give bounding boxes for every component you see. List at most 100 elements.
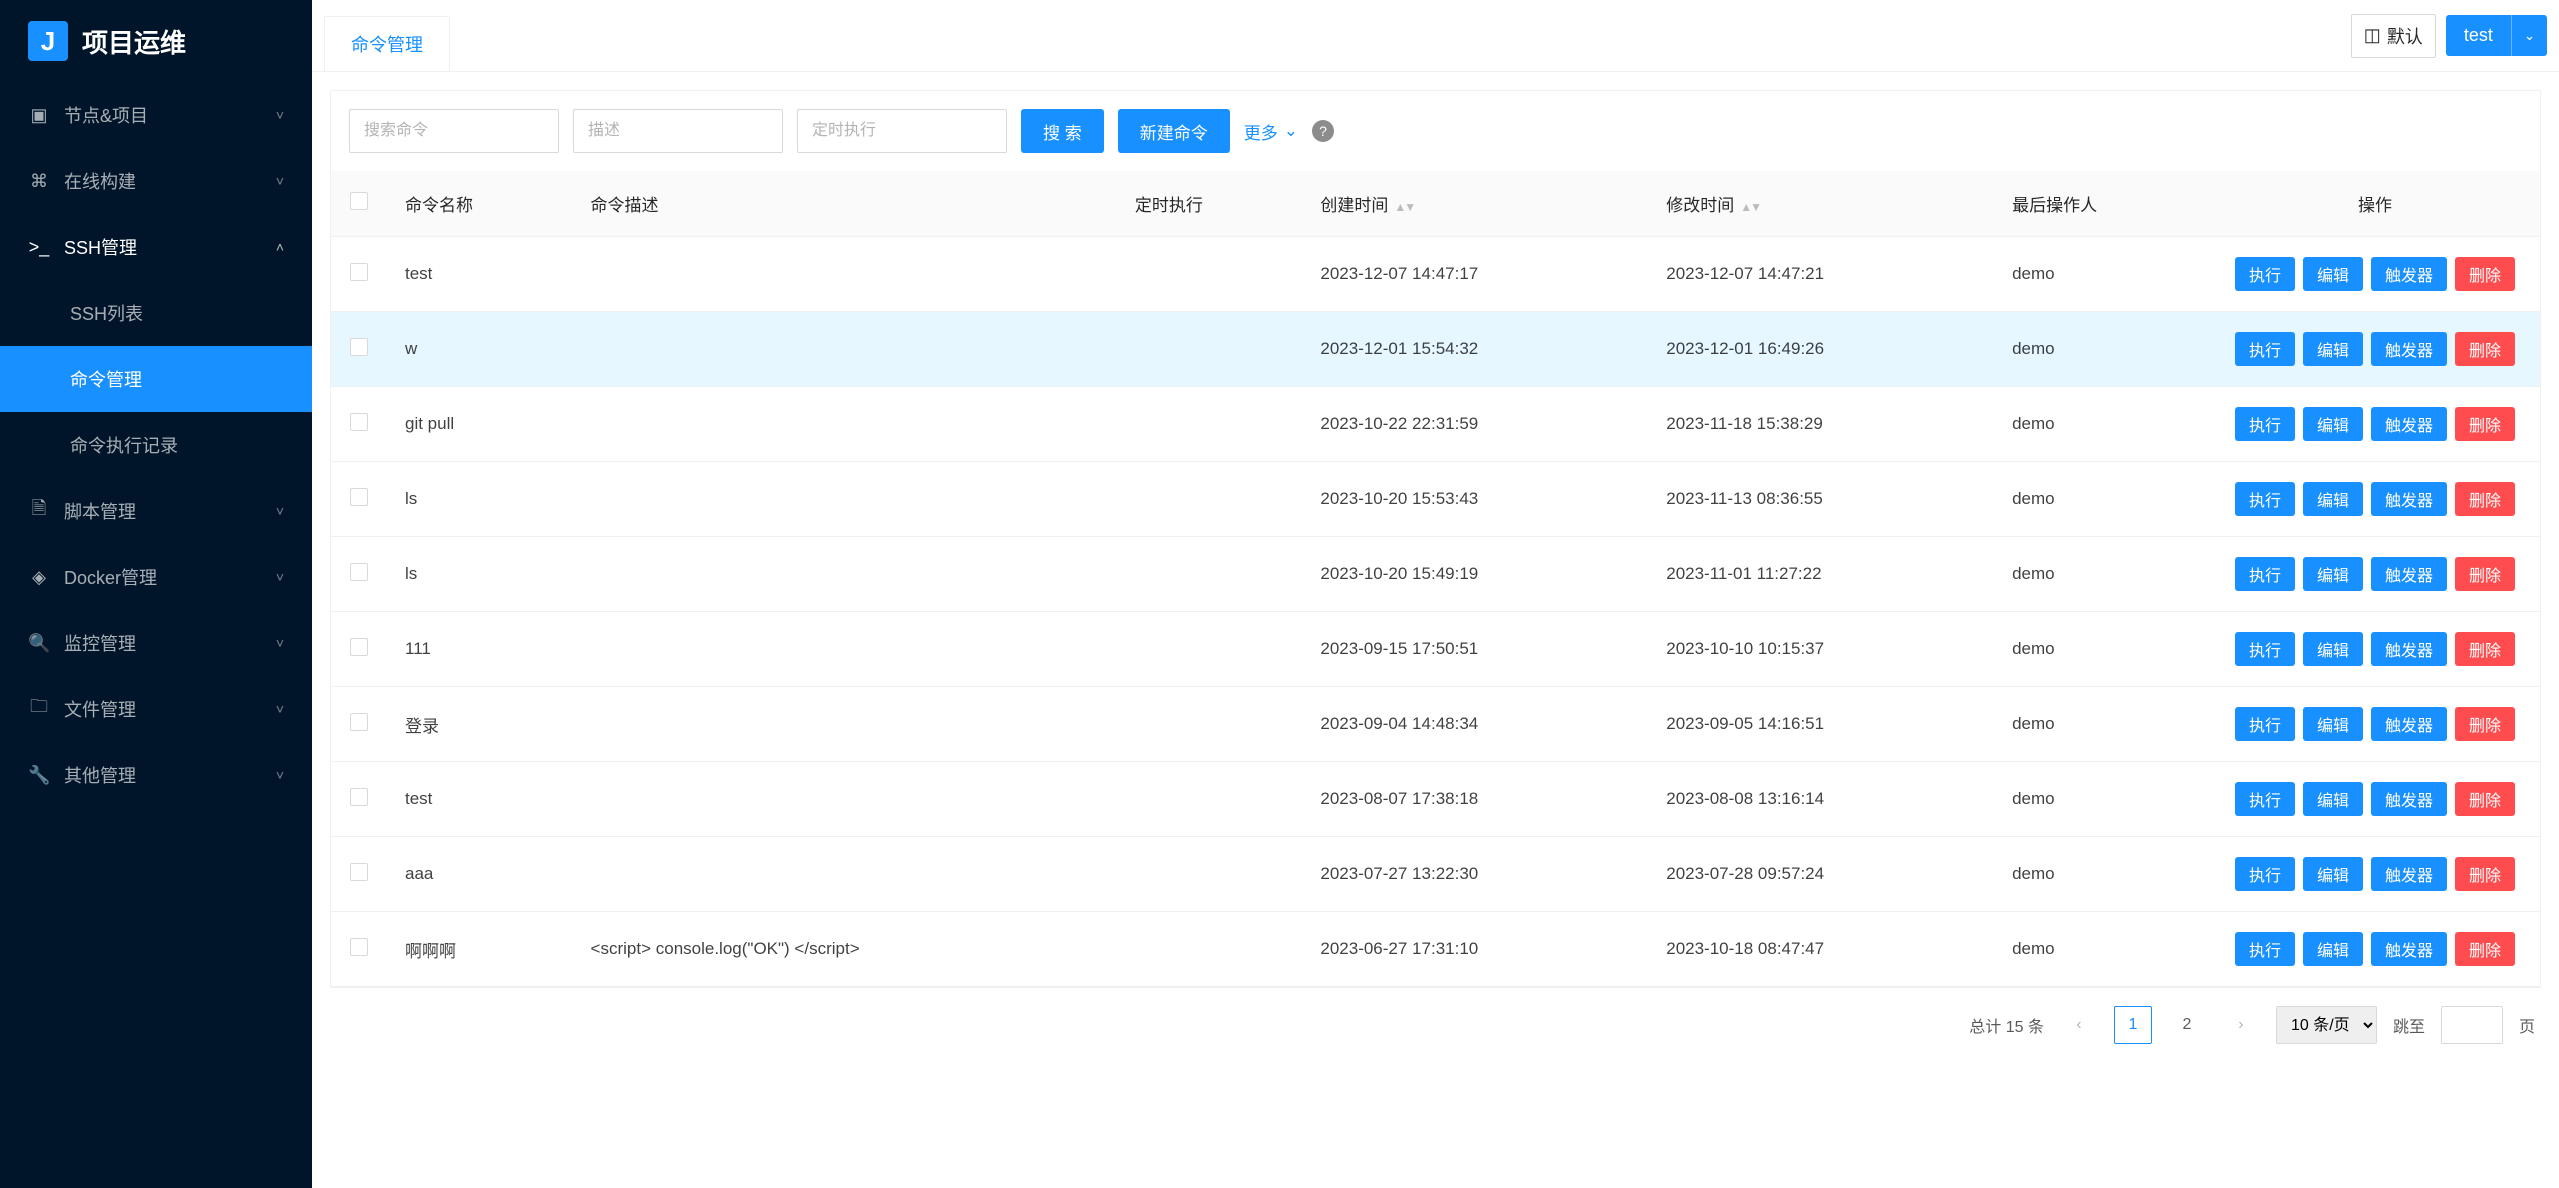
- search-cron-input[interactable]: [797, 109, 1007, 153]
- row-checkbox[interactable]: [350, 488, 368, 506]
- edit-button[interactable]: 编辑: [2303, 707, 2363, 741]
- row-checkbox[interactable]: [350, 713, 368, 731]
- sidebar-item-2[interactable]: >_SSH管理˄: [0, 214, 312, 280]
- col-name[interactable]: 命令名称: [387, 171, 573, 237]
- delete-button[interactable]: 删除: [2455, 257, 2515, 291]
- row-checkbox[interactable]: [350, 938, 368, 956]
- edit-button[interactable]: 编辑: [2303, 782, 2363, 816]
- trigger-button[interactable]: 触发器: [2371, 932, 2447, 966]
- search-command-input[interactable]: [349, 109, 559, 153]
- trigger-button[interactable]: 触发器: [2371, 407, 2447, 441]
- sidebar-item-4[interactable]: ◈Docker管理˅: [0, 544, 312, 610]
- trigger-button[interactable]: 触发器: [2371, 632, 2447, 666]
- pagination-page-2[interactable]: 2: [2168, 1006, 2206, 1044]
- delete-button[interactable]: 删除: [2455, 707, 2515, 741]
- run-button[interactable]: 执行: [2235, 557, 2295, 591]
- run-button[interactable]: 执行: [2235, 707, 2295, 741]
- select-all-checkbox[interactable]: [350, 192, 368, 210]
- chevron-down-icon: ˅: [276, 767, 284, 783]
- edit-button[interactable]: 编辑: [2303, 557, 2363, 591]
- delete-button[interactable]: 删除: [2455, 932, 2515, 966]
- trigger-button[interactable]: 触发器: [2371, 557, 2447, 591]
- edit-button[interactable]: 编辑: [2303, 332, 2363, 366]
- workspace-chip[interactable]: ◫ 默认: [2351, 14, 2436, 58]
- run-button[interactable]: 执行: [2235, 857, 2295, 891]
- workspace-dropdown-button[interactable]: test: [2446, 15, 2511, 56]
- delete-button[interactable]: 删除: [2455, 332, 2515, 366]
- pagination-size-select[interactable]: 10 条/页: [2276, 1006, 2377, 1044]
- sidebar-item-6[interactable]: 🗀文件管理˅: [0, 676, 312, 742]
- row-checkbox[interactable]: [350, 788, 368, 806]
- trigger-button[interactable]: 触发器: [2371, 857, 2447, 891]
- sidebar-item-label: 其他管理: [64, 762, 136, 788]
- row-checkbox[interactable]: [350, 638, 368, 656]
- cell-created: 2023-10-20 15:49:19: [1302, 537, 1648, 612]
- run-button[interactable]: 执行: [2235, 482, 2295, 516]
- sidebar-item-7[interactable]: 🔧其他管理˅: [0, 742, 312, 808]
- tab-command-management[interactable]: 命令管理: [324, 16, 450, 71]
- trigger-button[interactable]: 触发器: [2371, 332, 2447, 366]
- edit-button[interactable]: 编辑: [2303, 482, 2363, 516]
- toolbar: 搜 索 新建命令 更多 ⌄ ?: [331, 91, 2540, 171]
- cell-created: 2023-07-27 13:22:30: [1302, 837, 1648, 912]
- cell-operator: demo: [1994, 537, 2210, 612]
- trigger-button[interactable]: 触发器: [2371, 707, 2447, 741]
- pagination-page-1[interactable]: 1: [2114, 1006, 2152, 1044]
- pagination-next[interactable]: ›: [2222, 1006, 2260, 1044]
- workspace-dropdown-caret[interactable]: ⌄: [2511, 15, 2547, 56]
- table-row: 啊啊啊<script> console.log("OK") </script>2…: [331, 912, 2540, 987]
- new-command-button[interactable]: 新建命令: [1118, 109, 1230, 153]
- edit-button[interactable]: 编辑: [2303, 257, 2363, 291]
- search-button[interactable]: 搜 索: [1021, 109, 1104, 153]
- edit-button[interactable]: 编辑: [2303, 932, 2363, 966]
- sidebar: J 项目运维 ▣节点&项目˅⌘在线构建˅>_SSH管理˄SSH列表命令管理命令执…: [0, 0, 312, 1188]
- search-desc-input[interactable]: [573, 109, 783, 153]
- sidebar-subitem-2-1[interactable]: 命令管理: [0, 346, 312, 412]
- cell-operator: demo: [1994, 912, 2210, 987]
- delete-button[interactable]: 删除: [2455, 857, 2515, 891]
- sidebar-item-5[interactable]: 🔍监控管理˅: [0, 610, 312, 676]
- row-checkbox[interactable]: [350, 863, 368, 881]
- row-checkbox[interactable]: [350, 413, 368, 431]
- sidebar-item-1[interactable]: ⌘在线构建˅: [0, 148, 312, 214]
- edit-button[interactable]: 编辑: [2303, 632, 2363, 666]
- delete-button[interactable]: 删除: [2455, 632, 2515, 666]
- trigger-button[interactable]: 触发器: [2371, 257, 2447, 291]
- cell-desc: [573, 312, 1117, 387]
- sidebar-item-3[interactable]: 🗎脚本管理˅: [0, 478, 312, 544]
- sidebar-subitem-2-2[interactable]: 命令执行记录: [0, 412, 312, 478]
- cell-modified: 2023-12-01 16:49:26: [1648, 312, 1994, 387]
- run-button[interactable]: 执行: [2235, 632, 2295, 666]
- trigger-button[interactable]: 触发器: [2371, 782, 2447, 816]
- run-button[interactable]: 执行: [2235, 257, 2295, 291]
- run-button[interactable]: 执行: [2235, 332, 2295, 366]
- row-actions: 执行编辑触发器删除: [2228, 932, 2522, 966]
- edit-button[interactable]: 编辑: [2303, 857, 2363, 891]
- run-button[interactable]: 执行: [2235, 782, 2295, 816]
- chevron-down-icon: ˅: [276, 701, 284, 717]
- pagination-prev[interactable]: ‹: [2060, 1006, 2098, 1044]
- row-checkbox[interactable]: [350, 563, 368, 581]
- run-button[interactable]: 执行: [2235, 932, 2295, 966]
- menu-icon: ▣: [28, 105, 50, 126]
- cell-desc: [573, 612, 1117, 687]
- menu-icon: 🗀: [28, 694, 50, 724]
- row-checkbox[interactable]: [350, 338, 368, 356]
- col-created[interactable]: 创建时间▲▼: [1302, 171, 1648, 237]
- row-actions: 执行编辑触发器删除: [2228, 782, 2522, 816]
- col-modified[interactable]: 修改时间▲▼: [1648, 171, 1994, 237]
- delete-button[interactable]: 删除: [2455, 782, 2515, 816]
- delete-button[interactable]: 删除: [2455, 407, 2515, 441]
- sidebar-item-0[interactable]: ▣节点&项目˅: [0, 82, 312, 148]
- delete-button[interactable]: 删除: [2455, 557, 2515, 591]
- run-button[interactable]: 执行: [2235, 407, 2295, 441]
- trigger-button[interactable]: 触发器: [2371, 482, 2447, 516]
- sidebar-subitem-2-0[interactable]: SSH列表: [0, 280, 312, 346]
- delete-button[interactable]: 删除: [2455, 482, 2515, 516]
- more-link[interactable]: 更多 ⌄: [1244, 119, 1298, 144]
- pagination-jump-input[interactable]: [2441, 1006, 2503, 1044]
- edit-button[interactable]: 编辑: [2303, 407, 2363, 441]
- app-logo-block: J 项目运维: [0, 0, 312, 82]
- help-icon[interactable]: ?: [1312, 120, 1334, 142]
- row-checkbox[interactable]: [350, 263, 368, 281]
